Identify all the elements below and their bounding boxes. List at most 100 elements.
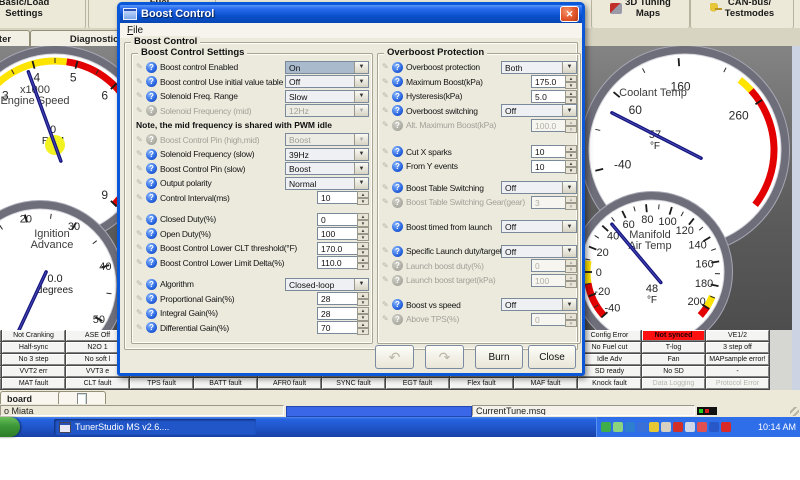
help-icon[interactable]: ? <box>146 149 157 160</box>
spinner-up-icon[interactable]: ▲ <box>565 274 577 281</box>
number-input[interactable]: 100▲▼ <box>317 227 369 240</box>
number-value[interactable]: 3 <box>531 196 565 209</box>
combo-box[interactable]: Off▼ <box>501 220 577 233</box>
spinner-down-icon[interactable]: ▼ <box>357 220 369 227</box>
toolbar-button-3d-tuning-maps[interactable]: 3D TuningMaps <box>591 0 690 29</box>
toolbar-button-basic-load-settings[interactable]: Basic/LoadSettings <box>0 0 86 29</box>
spinner-up-icon[interactable]: ▲ <box>565 90 577 97</box>
number-value[interactable]: 28 <box>317 292 357 305</box>
number-value[interactable]: 10 <box>531 145 565 158</box>
globe-icon[interactable] <box>637 422 647 432</box>
combo-box[interactable]: Off▼ <box>501 298 577 311</box>
package-icon[interactable] <box>661 422 671 432</box>
number-input[interactable]: 10▲▼ <box>531 145 577 158</box>
spinner-up-icon[interactable]: ▲ <box>565 313 577 320</box>
spinner-down-icon[interactable]: ▼ <box>357 198 369 205</box>
number-input[interactable]: 28▲▼ <box>317 292 369 305</box>
messenger-icon[interactable] <box>649 422 659 432</box>
help-icon[interactable]: ? <box>392 221 403 232</box>
help-icon[interactable]: ? <box>146 163 157 174</box>
chevron-down-icon[interactable]: ▼ <box>562 62 576 73</box>
spinner-up-icon[interactable]: ▲ <box>565 75 577 82</box>
chevron-down-icon[interactable]: ▼ <box>562 246 576 257</box>
number-value[interactable]: 0 <box>531 313 565 326</box>
spinner-up-icon[interactable]: ▲ <box>565 259 577 266</box>
help-icon[interactable]: ? <box>392 246 403 257</box>
spinner-down-icon[interactable]: ▼ <box>357 234 369 241</box>
undo-button[interactable]: ↶ <box>375 345 414 369</box>
help-icon[interactable]: ? <box>392 105 403 116</box>
help-icon[interactable]: ? <box>146 192 157 203</box>
spinner-up-icon[interactable]: ▲ <box>357 256 369 263</box>
help-icon[interactable]: ? <box>392 62 403 73</box>
spinner-down-icon[interactable]: ▼ <box>357 249 369 256</box>
combo-box[interactable]: 39Hz▼ <box>285 148 369 161</box>
spinner-up-icon[interactable]: ▲ <box>357 213 369 220</box>
help-icon[interactable]: ? <box>146 322 157 333</box>
chevron-down-icon[interactable]: ▼ <box>354 149 368 160</box>
network-icon[interactable] <box>601 422 611 432</box>
number-value[interactable]: 100 <box>531 274 565 287</box>
number-input[interactable]: 3▲▼ <box>531 196 577 209</box>
spinner-down-icon[interactable]: ▼ <box>565 152 577 159</box>
chevron-down-icon[interactable]: ▼ <box>562 299 576 310</box>
number-input[interactable]: 100.0▲▼ <box>531 119 577 132</box>
number-value[interactable]: 28 <box>317 307 357 320</box>
combo-box[interactable]: Off▼ <box>285 75 369 88</box>
tab-partial[interactable]: ter <box>0 30 30 47</box>
help-icon[interactable]: ? <box>392 146 403 157</box>
help-icon[interactable]: ? <box>392 260 403 271</box>
number-value[interactable]: 170.0 <box>317 242 357 255</box>
spinner-up-icon[interactable]: ▲ <box>357 292 369 299</box>
help-icon[interactable]: ? <box>146 91 157 102</box>
resize-grip[interactable] <box>790 407 799 416</box>
chevron-down-icon[interactable]: ▼ <box>562 105 576 116</box>
toolbar-button-canbus-testmodes[interactable]: CAN-bus/Testmodes <box>690 0 794 29</box>
combo-box[interactable]: Both▼ <box>501 61 577 74</box>
close-button[interactable]: ✕ <box>560 6 579 22</box>
spinner-down-icon[interactable]: ▼ <box>565 82 577 89</box>
help-icon[interactable]: ? <box>146 243 157 254</box>
spinner-up-icon[interactable]: ▲ <box>357 307 369 314</box>
burn-button[interactable]: Burn <box>475 345 523 369</box>
file-tab[interactable] <box>58 391 106 405</box>
number-input[interactable]: 10▲▼ <box>317 191 369 204</box>
taskbar-app-button[interactable]: TunerStudio MS v2.6.... <box>54 419 256 435</box>
combo-box[interactable]: 12Hz▼ <box>285 104 369 117</box>
dialog-titlebar[interactable]: Boost Control ✕ <box>120 5 582 23</box>
combo-box[interactable]: Normal▼ <box>285 177 369 190</box>
number-input[interactable]: 110.0▲▼ <box>317 256 369 269</box>
number-input[interactable]: 0▲▼ <box>531 259 577 272</box>
spinner-down-icon[interactable]: ▼ <box>357 314 369 321</box>
redo-button[interactable]: ↷ <box>425 345 464 369</box>
help-icon[interactable]: ? <box>392 182 403 193</box>
help-icon[interactable]: ? <box>392 299 403 310</box>
help-icon[interactable]: ? <box>146 214 157 225</box>
alert-icon[interactable] <box>697 422 707 432</box>
help-icon[interactable]: ? <box>146 308 157 319</box>
spinner-down-icon[interactable]: ▼ <box>357 263 369 270</box>
spinner-up-icon[interactable]: ▲ <box>565 196 577 203</box>
chevron-down-icon[interactable]: ▼ <box>354 62 368 73</box>
help-icon[interactable]: ? <box>392 76 403 87</box>
spinner-up-icon[interactable]: ▲ <box>357 227 369 234</box>
number-input[interactable]: 5.0▲▼ <box>531 90 577 103</box>
number-value[interactable]: 10 <box>317 191 357 204</box>
chevron-down-icon[interactable]: ▼ <box>354 178 368 189</box>
help-icon[interactable]: ? <box>146 279 157 290</box>
help-icon[interactable]: ? <box>146 178 157 189</box>
close-dialog-button[interactable]: Close <box>528 345 576 369</box>
help-icon[interactable]: ? <box>146 134 157 145</box>
spinner-down-icon[interactable]: ▼ <box>565 97 577 104</box>
combo-box[interactable]: Off▼ <box>501 245 577 258</box>
spinner-down-icon[interactable]: ▼ <box>565 203 577 210</box>
info-icon[interactable] <box>625 422 635 432</box>
number-value[interactable]: 100 <box>317 227 357 240</box>
number-value[interactable]: 175.0 <box>531 75 565 88</box>
shield-icon[interactable] <box>721 422 731 432</box>
spinner-down-icon[interactable]: ▼ <box>357 299 369 306</box>
chevron-down-icon[interactable]: ▼ <box>354 91 368 102</box>
spinner-down-icon[interactable]: ▼ <box>565 126 577 133</box>
chevron-down-icon[interactable]: ▼ <box>354 163 368 174</box>
spinner-up-icon[interactable]: ▲ <box>565 160 577 167</box>
